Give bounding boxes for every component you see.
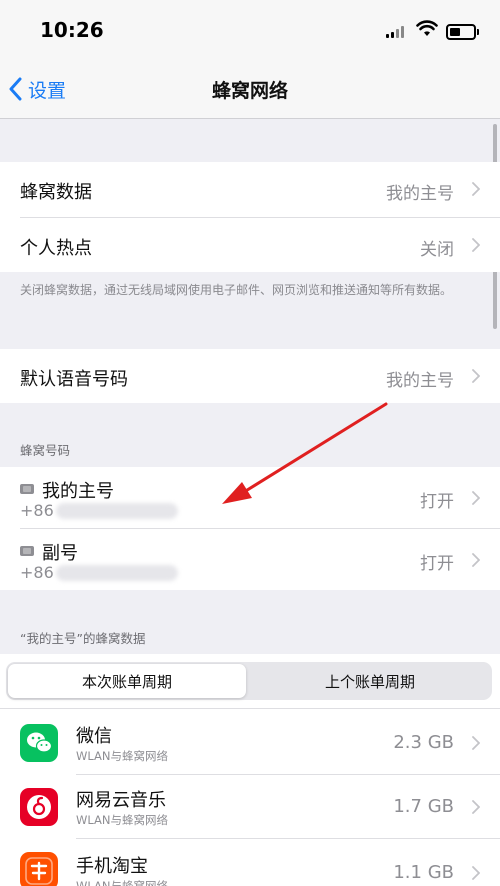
cellular-numbers-header: 蜂窝号码: [20, 443, 71, 458]
personal-hotspot-row[interactable]: 个人热点 关闭: [0, 218, 500, 272]
cellular-settings-group: 蜂窝数据 我的主号 个人热点 关闭: [0, 162, 500, 272]
app-subtitle: WLAN与蜂窝网络: [76, 749, 169, 763]
billing-period-segmented-control: 本次账单周期 上个账单周期: [6, 662, 492, 700]
cellular-line-name: 我的主号: [42, 481, 114, 502]
segment-previous-period[interactable]: 上个账单周期: [250, 664, 490, 698]
battery-icon: [446, 24, 479, 40]
app-name: 手机淘宝: [76, 856, 148, 877]
netease-music-icon: [20, 788, 58, 826]
cellular-line-status: 打开: [420, 492, 454, 512]
status-bar: 10:26: [0, 0, 500, 62]
wechat-icon: [20, 724, 58, 762]
default-voice-row[interactable]: 默认语音号码 我的主号: [0, 349, 500, 403]
divider: [76, 838, 500, 839]
cellular-numbers-group: 我的主号 +86 打开 副号 +86 打开: [0, 467, 500, 590]
chevron-right-icon: [472, 800, 480, 814]
cellular-data-value: 我的主号: [386, 184, 454, 204]
wifi-icon: [416, 20, 438, 36]
back-button[interactable]: 设置: [8, 74, 66, 104]
status-time: 10:26: [40, 18, 104, 42]
page-title: 蜂窝网络: [211, 80, 288, 102]
redacted-phone-number: [56, 565, 178, 581]
app-subtitle: WLAN与蜂窝网络: [76, 879, 169, 886]
divider: [76, 774, 500, 775]
chevron-right-icon: [472, 182, 480, 196]
navigation-bar: 蜂窝网络 设置: [0, 62, 500, 119]
default-voice-value: 我的主号: [386, 371, 454, 391]
segment-current-period[interactable]: 本次账单周期: [8, 664, 246, 698]
personal-hotspot-value: 关闭: [420, 240, 454, 260]
cellular-signal-icon: [386, 26, 404, 38]
app-usage-size: 1.7 GB: [393, 796, 454, 817]
chevron-right-icon: [472, 238, 480, 252]
cellular-data-row[interactable]: 蜂窝数据 我的主号: [0, 162, 500, 217]
cellular-line-row[interactable]: 副号 +86 打开: [0, 529, 500, 590]
redacted-phone-number: [56, 503, 178, 519]
back-button-label: 设置: [28, 79, 67, 102]
cellular-line-name: 副号: [42, 543, 78, 564]
chevron-right-icon: [472, 553, 480, 567]
sim-card-icon: [20, 484, 34, 494]
app-usage-size: 2.3 GB: [393, 732, 454, 753]
chevron-right-icon: [472, 736, 480, 750]
personal-hotspot-label: 个人热点: [20, 238, 92, 259]
taobao-icon: [20, 852, 58, 886]
cellular-line-number-prefix: +86: [20, 501, 54, 520]
chevron-left-icon: [9, 77, 22, 101]
cellular-data-label: 蜂窝数据: [20, 182, 92, 203]
cellular-line-status: 打开: [420, 554, 454, 574]
cellular-line-row[interactable]: 我的主号 +86 打开: [0, 467, 500, 528]
chevron-right-icon: [472, 491, 480, 505]
app-usage-row[interactable]: 网易云音乐 WLAN与蜂窝网络 1.7 GB: [0, 776, 500, 838]
default-voice-group: 默认语音号码 我的主号: [0, 349, 500, 403]
cellular-data-footnote: 关闭蜂窝数据，通过无线局域网使用电子邮件、网页浏览和推送通知等所有数据。: [20, 283, 453, 297]
cellular-line-number-prefix: +86: [20, 563, 54, 582]
chevron-right-icon: [472, 369, 480, 383]
divider: [0, 708, 500, 709]
sim-card-icon: [20, 546, 34, 556]
app-subtitle: WLAN与蜂窝网络: [76, 813, 169, 827]
default-voice-label: 默认语音号码: [20, 369, 128, 390]
app-usage-row[interactable]: 微信 WLAN与蜂窝网络 2.3 GB: [0, 712, 500, 774]
chevron-right-icon: [472, 866, 480, 880]
app-name: 微信: [76, 726, 112, 747]
app-name: 网易云音乐: [76, 790, 166, 811]
app-usage-size: 1.1 GB: [393, 862, 454, 883]
app-usage-row[interactable]: 手机淘宝 WLAN与蜂窝网络 1.1 GB: [0, 840, 500, 886]
usage-header: “我的主号”的蜂窝数据: [20, 631, 146, 646]
